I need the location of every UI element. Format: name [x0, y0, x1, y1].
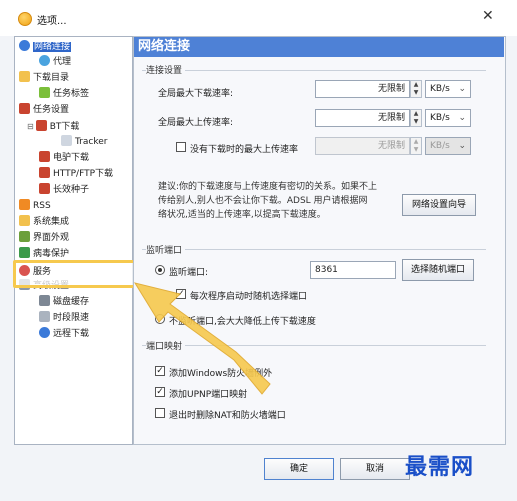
annotation-arrow: [133, 282, 271, 395]
watermark-text: 最需网: [405, 455, 475, 480]
arrow-shape: [133, 282, 271, 395]
